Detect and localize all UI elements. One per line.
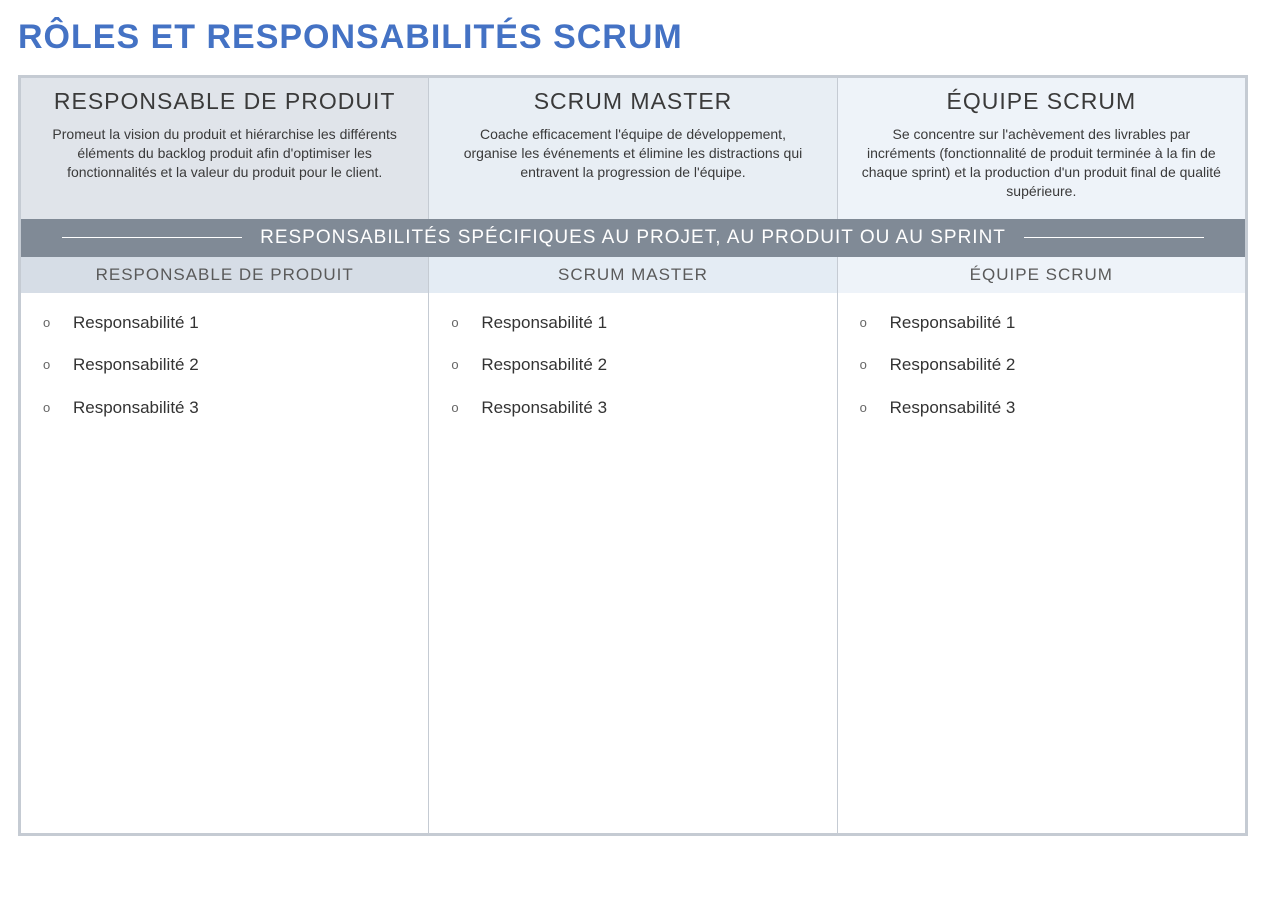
- role-card-scrum-master: SCRUM MASTER Coache efficacement l'équip…: [429, 78, 837, 219]
- list-item: o Responsabilité 1: [860, 313, 1223, 334]
- responsibilities-row: o Responsabilité 1 o Responsabilité 2 o Res…: [21, 293, 1245, 833]
- role-desc-product-owner: Promeut la vision du produit et hiérarch…: [37, 125, 412, 182]
- page-title: RÔLES ET RESPONSABILITÉS SCRUM: [18, 18, 1248, 57]
- bullet-icon: o: [43, 355, 55, 376]
- role-title-product-owner: RESPONSABLE DE PRODUIT: [37, 88, 412, 115]
- role-title-scrum-master: SCRUM MASTER: [445, 88, 820, 115]
- resp-col-scrum-master: o Responsabilité 1 o Responsabilité 2 o Res…: [429, 293, 837, 833]
- resp-text: Responsabilité 1: [73, 313, 199, 333]
- sub-header-scrum-master: SCRUM MASTER: [429, 257, 837, 293]
- list-item: o Responsabilité 1: [43, 313, 406, 334]
- list-item: o Responsabilité 2: [451, 355, 814, 376]
- bullet-icon: o: [451, 398, 463, 419]
- resp-text: Responsabilité 2: [890, 355, 1016, 375]
- resp-text: Responsabilité 2: [481, 355, 607, 375]
- resp-col-product-owner: o Responsabilité 1 o Responsabilité 2 o Res…: [21, 293, 429, 833]
- list-item: o Responsabilité 2: [43, 355, 406, 376]
- banner-line-left: [62, 237, 242, 238]
- bullet-icon: o: [451, 355, 463, 376]
- resp-text: Responsabilité 2: [73, 355, 199, 375]
- role-desc-scrum-master: Coache efficacement l'équipe de développ…: [445, 125, 820, 182]
- role-card-scrum-team: ÉQUIPE SCRUM Se concentre sur l'achèveme…: [838, 78, 1245, 219]
- sub-header-row: RESPONSABLE DE PRODUIT SCRUM MASTER ÉQUI…: [21, 257, 1245, 293]
- role-desc-scrum-team: Se concentre sur l'achèvement des livrab…: [854, 125, 1229, 201]
- roles-header-row: RESPONSABLE DE PRODUIT Promeut la vision…: [21, 78, 1245, 219]
- bullet-icon: o: [43, 313, 55, 334]
- role-title-scrum-team: ÉQUIPE SCRUM: [854, 88, 1229, 115]
- banner-text: RESPONSABILITÉS SPÉCIFIQUES AU PROJET, A…: [242, 227, 1024, 249]
- resp-text: Responsabilité 1: [481, 313, 607, 333]
- bullet-icon: o: [451, 313, 463, 334]
- roles-table: RESPONSABLE DE PRODUIT Promeut la vision…: [18, 75, 1248, 836]
- resp-text: Responsabilité 3: [890, 398, 1016, 418]
- bullet-icon: o: [860, 313, 872, 334]
- bullet-icon: o: [860, 355, 872, 376]
- sub-header-scrum-team: ÉQUIPE SCRUM: [838, 257, 1245, 293]
- list-item: o Responsabilité 3: [860, 398, 1223, 419]
- list-item: o Responsabilité 3: [451, 398, 814, 419]
- list-item: o Responsabilité 3: [43, 398, 406, 419]
- banner-line-right: [1024, 237, 1204, 238]
- resp-text: Responsabilité 3: [481, 398, 607, 418]
- role-card-product-owner: RESPONSABLE DE PRODUIT Promeut la vision…: [21, 78, 429, 219]
- bullet-icon: o: [860, 398, 872, 419]
- bullet-icon: o: [43, 398, 55, 419]
- list-item: o Responsabilité 2: [860, 355, 1223, 376]
- resp-text: Responsabilité 3: [73, 398, 199, 418]
- resp-col-scrum-team: o Responsabilité 1 o Responsabilité 2 o Res…: [838, 293, 1245, 833]
- resp-text: Responsabilité 1: [890, 313, 1016, 333]
- responsibilities-banner: RESPONSABILITÉS SPÉCIFIQUES AU PROJET, A…: [21, 219, 1245, 257]
- sub-header-product-owner: RESPONSABLE DE PRODUIT: [21, 257, 429, 293]
- list-item: o Responsabilité 1: [451, 313, 814, 334]
